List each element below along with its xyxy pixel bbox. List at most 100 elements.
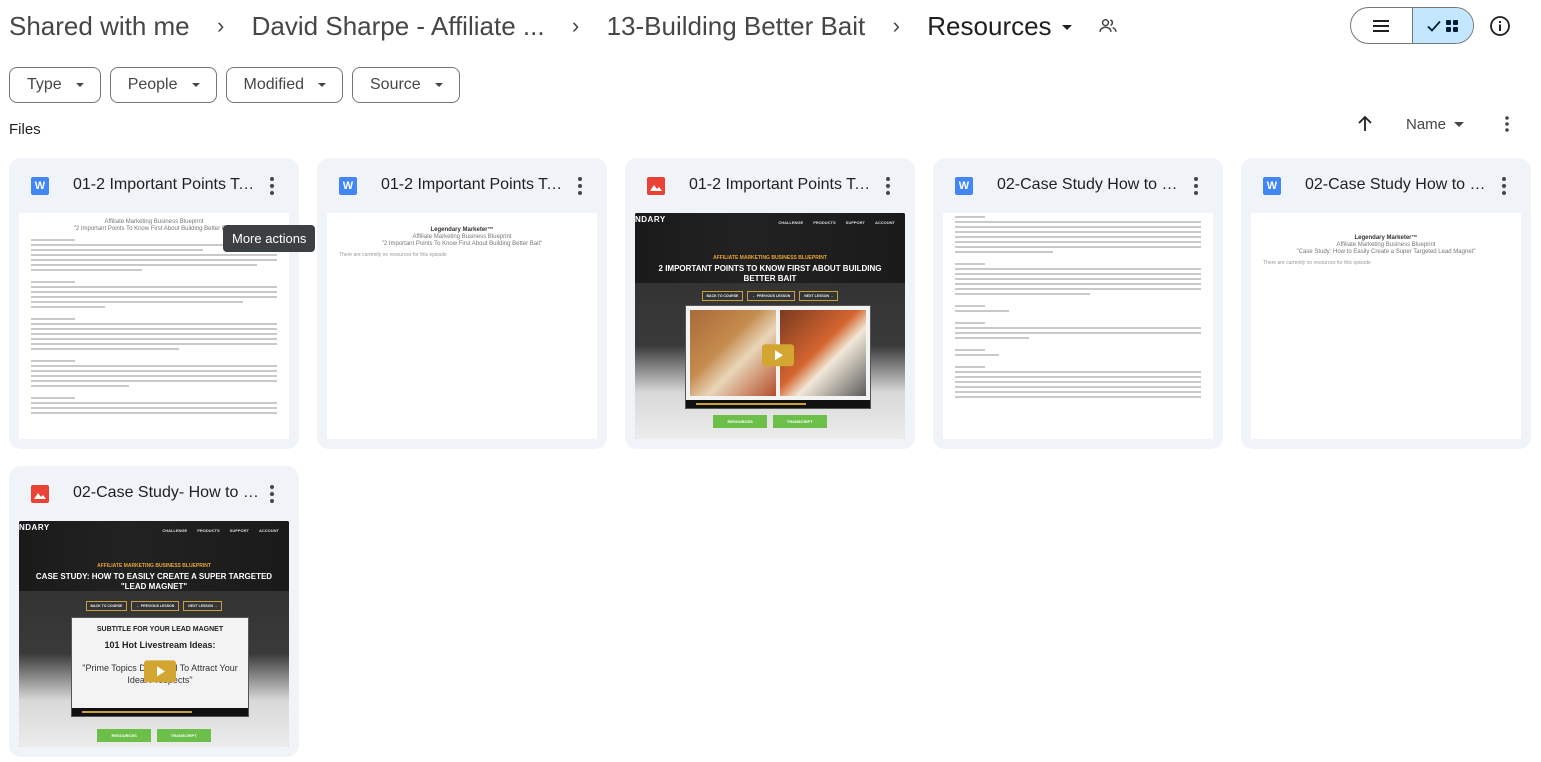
thumb-btn: ← PREVIOUS LESSON [131, 601, 180, 611]
file-thumbnail[interactable]: NDARY CHALLENGE PRODUCTS SUPPORT ACCOUNT… [635, 213, 905, 439]
thumb-transcript-btn: TRANSCRIPT [156, 729, 211, 742]
thumb-nav-item: SUPPORT [845, 220, 865, 225]
view-toggle [1350, 7, 1474, 44]
more-actions-button[interactable] [1494, 175, 1514, 197]
filter-type[interactable]: Type [9, 67, 101, 103]
file-card-header: W 01-2 Important Points To Know First Ab… [9, 158, 299, 214]
thumb-nav-item: ACCOUNT [875, 220, 895, 225]
breadcrumb-shared-with-me[interactable]: Shared with me [9, 11, 190, 42]
breadcrumb-folder-affiliate[interactable]: David Sharpe - Affiliate ... [252, 11, 545, 42]
file-card[interactable]: W 02-Case Study How to Easily Create a S… [933, 158, 1223, 449]
thumb-btn: NEXT LESSON → [799, 291, 839, 301]
thumb-kicker: AFFILIATE MARKETING BUSINESS BLUEPRINT [97, 563, 211, 569]
shared-people-icon[interactable] [1098, 16, 1118, 36]
filter-modified[interactable]: Modified [225, 67, 343, 103]
caret-down-icon [1454, 122, 1465, 127]
thumb-btn: BACK TO COURSE [701, 291, 744, 301]
more-actions-button[interactable] [262, 483, 282, 505]
thumb-video-area: CASE STUDY: HOW TO EASILY CREATE A SUPER… [19, 572, 289, 747]
grid-icon [1445, 19, 1458, 32]
more-actions-button[interactable] [878, 175, 898, 197]
more-actions-button[interactable] [262, 175, 282, 197]
thumb-doc-brand: Legendary Marketer™ [430, 227, 494, 233]
thumb-doc-title: Affiliate Marketing Business Blueprint [412, 234, 512, 240]
play-icon [762, 344, 794, 367]
file-card-header: W 02-Case Study How to Easily Create a S… [1241, 158, 1531, 214]
grid-view-button[interactable] [1411, 8, 1473, 43]
thumb-doc-subtitle: "Case Study: How to Easily Create a Supe… [1296, 249, 1476, 255]
caret-down-icon [434, 83, 443, 87]
thumb-headline: CASE STUDY: HOW TO EASILY CREATE A SUPER… [35, 572, 273, 591]
chevron-right-icon: › [216, 13, 225, 38]
thumb-resources-btn: RESOURCES [713, 415, 767, 428]
thumb-nav-item: SUPPORT [229, 528, 249, 533]
sort-by-label: Name [1406, 116, 1447, 133]
more-actions-tooltip: More actions [223, 225, 316, 252]
file-card-title: 02-Case Study How to Easily Create a Sup… [1305, 176, 1491, 193]
thumb-doc-subtitle: "2 Important Points To Know First About … [381, 241, 543, 247]
thumb-lesson-buttons: BACK TO COURSE ← PREVIOUS LESSON NEXT LE… [19, 601, 289, 611]
file-card[interactable]: W 02-Case Study How to Easily Create a S… [1241, 158, 1531, 449]
thumb-bottom-buttons: RESOURCES TRANSCRIPT [635, 415, 905, 428]
sort-direction-arrow-up-icon[interactable] [1355, 114, 1375, 134]
thumb-video-area: 2 IMPORTANT POINTS TO KNOW FIRST ABOUT B… [635, 264, 905, 439]
more-actions-button[interactable] [1186, 175, 1206, 197]
file-card[interactable]: W 01-2 Important Points To Know First Ab… [317, 158, 607, 449]
file-card-header: 02-Case Study- How to Easily Create a Su… [9, 466, 299, 522]
chevron-right-icon: › [571, 13, 580, 38]
thumb-nav: CHALLENGE PRODUCTS SUPPORT ACCOUNT [778, 220, 895, 225]
docs-file-icon: W [955, 177, 973, 195]
breadcrumb-folder-building-better-bait[interactable]: 13-Building Better Bait [607, 11, 866, 42]
image-file-icon [31, 485, 49, 503]
file-card-title: 01-2 Important Points To Know First Abou… [689, 176, 875, 193]
file-card-title: 02-Case Study How to Easily Create a Sup… [997, 176, 1183, 193]
docs-file-icon: W [1263, 177, 1281, 195]
thumb-nav: CHALLENGE PRODUCTS SUPPORT ACCOUNT [162, 528, 279, 533]
thumb-video-player [685, 305, 871, 409]
file-card-title: 01-2 Important Points To Know First Abou… [381, 176, 567, 193]
file-card[interactable]: 02-Case Study- How to Easily Create a Su… [9, 466, 299, 757]
file-card-header: W 01-2 Important Points To Know First Ab… [317, 158, 607, 214]
caret-down-icon [1061, 25, 1072, 31]
thumb-video-player: SUBTITLE FOR YOUR LEAD MAGNET 101 Hot Li… [71, 617, 249, 717]
thumb-btn: NEXT LESSON → [183, 601, 223, 611]
docs-file-icon: W [31, 177, 49, 195]
thumb-brand: NDARY [19, 523, 50, 532]
info-button[interactable] [1488, 14, 1512, 38]
file-card-header: W 02-Case Study How to Easily Create a S… [933, 158, 1223, 214]
file-card[interactable]: W 01-2 Important Points To Know First Ab… [9, 158, 299, 449]
play-icon [144, 660, 176, 683]
thumb-bottom-buttons: RESOURCES TRANSCRIPT [19, 729, 289, 742]
list-view-button[interactable] [1351, 8, 1412, 43]
filter-people[interactable]: People [109, 67, 217, 103]
caret-down-icon [75, 83, 84, 87]
image-file-icon [647, 177, 665, 195]
breadcrumb: Shared with me › David Sharpe - Affiliat… [9, 6, 1118, 46]
breadcrumb-current-label: Resources [927, 10, 1052, 41]
file-thumbnail[interactable]: Legendary Marketer™ Affiliate Marketing … [1251, 213, 1521, 439]
thumb-doc-note: There are currently no resources for thi… [1263, 260, 1371, 266]
filter-modified-label: Modified [243, 76, 304, 93]
more-vert-icon[interactable] [1497, 114, 1517, 134]
more-actions-button[interactable] [570, 175, 590, 197]
file-thumbnail[interactable]: NDARY CHALLENGE PRODUCTS SUPPORT ACCOUNT… [19, 521, 289, 747]
thumb-doc-title: Affiliate Marketing Business Blueprint [1336, 242, 1436, 248]
breadcrumb-current-folder[interactable]: Resources [927, 10, 1072, 42]
file-card-header: 01-2 Important Points To Know First Abou… [625, 158, 915, 214]
filter-source[interactable]: Source [352, 67, 460, 103]
file-thumbnail[interactable]: Legendary Marketer™ Affiliate Marketing … [327, 213, 597, 439]
filter-bar: Type People Modified Source [9, 67, 460, 103]
thumb-doc-note: There are currently no resources for thi… [339, 252, 447, 258]
sort-by-button[interactable]: Name [1406, 116, 1465, 133]
thumb-nav-item: PRODUCTS [197, 528, 220, 533]
thumb-transcript-btn: TRANSCRIPT [772, 415, 827, 428]
filter-type-label: Type [27, 76, 62, 93]
file-card[interactable]: 01-2 Important Points To Know First Abou… [625, 158, 915, 449]
file-card-title: 01-2 Important Points To Know First Abou… [73, 176, 259, 193]
thumb-lm-sub: 101 Hot Livestream Ideas: [104, 640, 216, 650]
file-thumbnail[interactable] [943, 213, 1213, 439]
info-icon [1490, 16, 1510, 36]
thumb-lm-title: SUBTITLE FOR YOUR LEAD MAGNET [96, 626, 224, 633]
thumb-doc-brand: Legendary Marketer™ [1354, 235, 1418, 241]
drive-page: Shared with me › David Sharpe - Affiliat… [0, 0, 1541, 762]
